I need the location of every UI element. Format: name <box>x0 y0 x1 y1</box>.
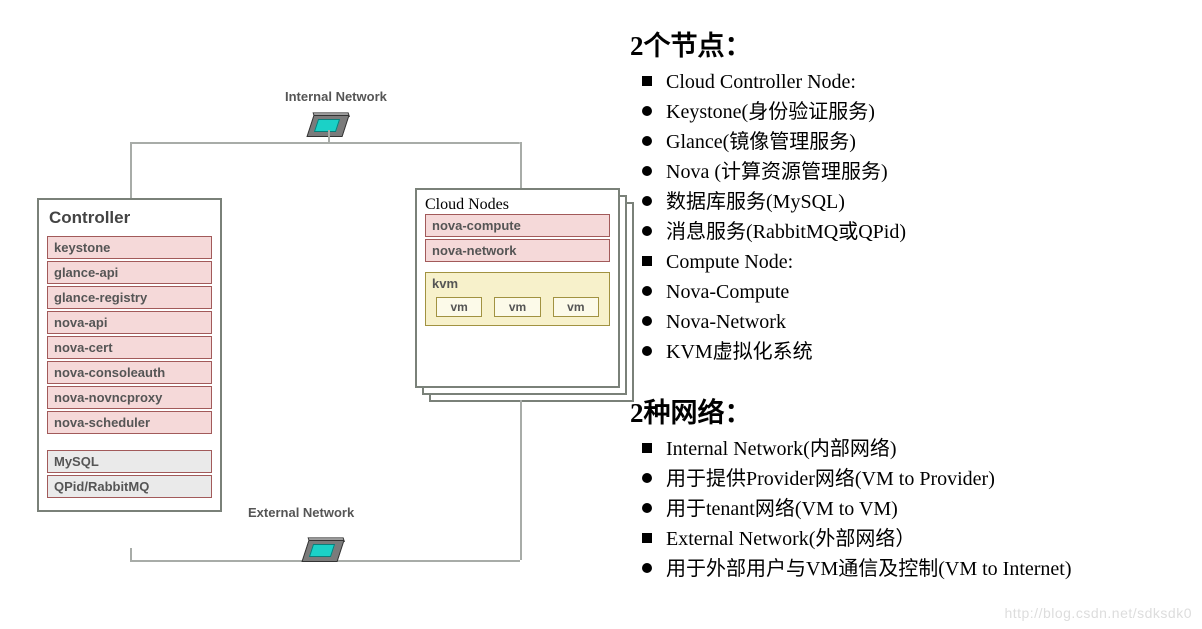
list-item: Compute Node: <box>666 247 1185 277</box>
wire <box>520 142 522 190</box>
list-item: Nova-Network <box>666 307 1185 337</box>
list-item: 消息服务(RabbitMQ或QPid) <box>666 217 1185 247</box>
external-network-label: External Network <box>248 505 354 520</box>
nodes-heading: 2个节点： <box>630 24 1185 63</box>
list-item: Keystone(身份验证服务) <box>666 97 1185 127</box>
description-column: 2个节点： Cloud Controller Node:Keystone(身份验… <box>630 24 1185 584</box>
service-row: glance-api <box>47 261 212 284</box>
architecture-diagram: Internal Network Controller keystoneglan… <box>25 90 625 590</box>
service-row: nova-scheduler <box>47 411 212 434</box>
watermark-text: http://blog.csdn.net/sdksdk0 <box>1004 605 1192 621</box>
controller-title: Controller <box>49 208 212 228</box>
cloud-title: Cloud Nodes <box>425 196 610 214</box>
controller-service-list: keystoneglance-apiglance-registrynova-ap… <box>47 236 212 434</box>
list-item: 用于tenant网络(VM to VM) <box>666 494 1185 524</box>
kvm-box: kvm vmvmvm <box>425 272 610 326</box>
networks-list: Internal Network(内部网络)用于提供Provider网络(VM … <box>630 434 1185 584</box>
vm-box: vm <box>553 297 599 317</box>
infra-row: MySQL <box>47 450 212 473</box>
service-row: nova-consoleauth <box>47 361 212 384</box>
cloud-nodes-box: Cloud Nodes nova-computenova-network kvm… <box>415 188 620 388</box>
vm-box: vm <box>436 297 482 317</box>
list-item: Glance(镜像管理服务) <box>666 127 1185 157</box>
service-row: glance-registry <box>47 286 212 309</box>
list-item: 数据库服务(MySQL) <box>666 187 1185 217</box>
router-icon <box>305 540 341 562</box>
controller-infra-list: MySQLQPid/RabbitMQ <box>47 450 212 498</box>
internal-network-label: Internal Network <box>285 89 387 104</box>
infra-row: QPid/RabbitMQ <box>47 475 212 498</box>
wire <box>130 142 520 144</box>
service-row: keystone <box>47 236 212 259</box>
wire <box>130 142 132 200</box>
cloud-service-list: nova-computenova-network <box>425 214 610 262</box>
service-row: nova-api <box>47 311 212 334</box>
service-row: nova-cert <box>47 336 212 359</box>
service-row: nova-novncproxy <box>47 386 212 409</box>
list-item: Nova-Compute <box>666 277 1185 307</box>
list-item: 用于外部用户与VM通信及控制(VM to Internet) <box>666 554 1185 584</box>
service-row: nova-network <box>425 239 610 262</box>
vm-box: vm <box>494 297 540 317</box>
list-item: Cloud Controller Node: <box>666 67 1185 97</box>
wire <box>520 400 522 560</box>
nodes-list: Cloud Controller Node:Keystone(身份验证服务)Gl… <box>630 67 1185 367</box>
wire <box>130 548 132 560</box>
controller-node-box: Controller keystoneglance-apiglance-regi… <box>37 198 222 512</box>
list-item: External Network(外部网络） <box>666 524 1185 554</box>
list-item: Nova (计算资源管理服务) <box>666 157 1185 187</box>
networks-heading: 2种网络： <box>630 391 1185 430</box>
list-item: 用于提供Provider网络(VM to Provider) <box>666 464 1185 494</box>
wire <box>328 130 330 142</box>
vm-row: vmvmvm <box>432 297 603 317</box>
service-row: nova-compute <box>425 214 610 237</box>
kvm-label: kvm <box>432 276 603 291</box>
list-item: Internal Network(内部网络) <box>666 434 1185 464</box>
list-item: KVM虚拟化系统 <box>666 337 1185 367</box>
